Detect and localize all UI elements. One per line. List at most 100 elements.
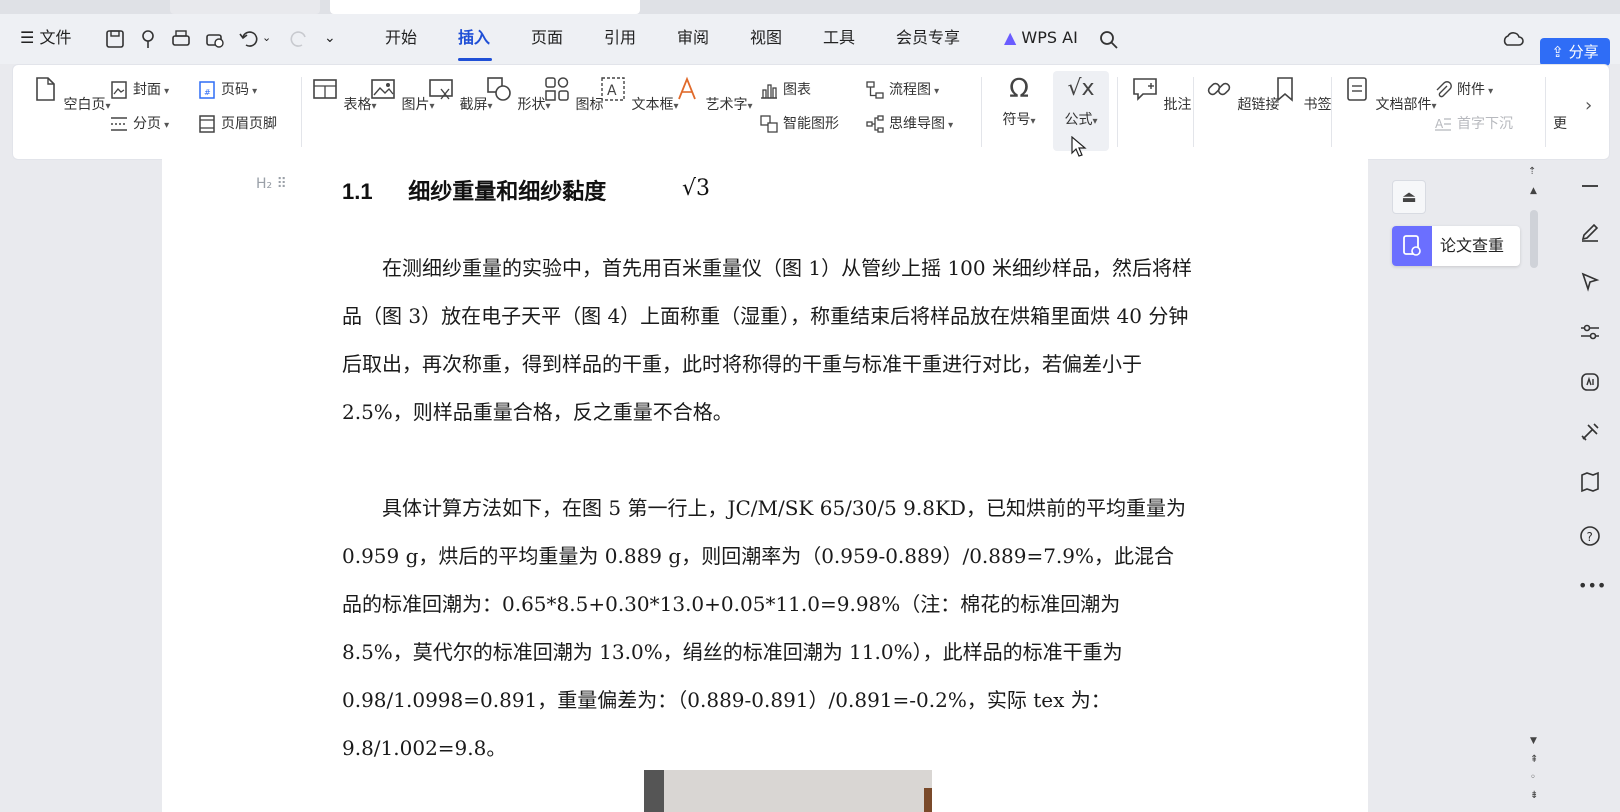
smart-graphic-button[interactable]: 智能图形 (759, 113, 839, 135)
scroll-up-arrow-icon[interactable]: ▲ (1530, 186, 1537, 196)
document-tab[interactable] (330, 0, 640, 14)
blank-page-icon (36, 77, 55, 101)
redo-icon[interactable] (288, 28, 310, 50)
table-icon (313, 79, 337, 99)
drop-cap-button[interactable]: A 首字下沉 (1433, 113, 1513, 135)
picture-label: 图片 (401, 97, 430, 113)
select-browse-object-icon[interactable]: ◦ (1530, 772, 1536, 783)
more-button[interactable]: 更 (1553, 113, 1567, 135)
svg-text:#: # (204, 88, 211, 97)
scroll-top-button[interactable]: ⇡ (1528, 166, 1536, 177)
chevron-down-icon: ▾ (249, 86, 258, 97)
mouse-cursor-icon (1071, 136, 1087, 157)
tab-home[interactable]: 开始 (385, 26, 417, 50)
section-heading: 1.1 细纱重量和细纱黏度 (342, 174, 606, 206)
more-quick-access-icon[interactable]: ⌄ (324, 26, 336, 50)
print-preview-icon[interactable] (204, 28, 226, 50)
tab-view[interactable]: 视图 (750, 26, 782, 50)
cover-button[interactable]: 封面 ▾ (109, 79, 169, 101)
share-button[interactable]: ⇪ 分享 (1540, 38, 1610, 66)
previous-page-icon[interactable]: ⇞ (1530, 754, 1538, 765)
bookmark-button[interactable]: 书签 (1271, 75, 1331, 114)
formula-label: 公式 (1064, 112, 1093, 128)
textbox-icon: A (601, 77, 625, 101)
chart-button[interactable]: 图表 (759, 79, 811, 101)
shape-button[interactable]: 形状▾ (485, 75, 550, 114)
heading-level-marker[interactable]: H₂ ⠿ (256, 176, 287, 192)
document-figure[interactable] (644, 770, 932, 812)
scroll-down-arrow-icon[interactable]: ▼ (1530, 736, 1537, 746)
page-number-button[interactable]: # 页码 ▾ (197, 79, 257, 101)
paper-check-panel[interactable]: 论文查重 (1392, 226, 1520, 266)
page-break-button[interactable]: 分页 ▾ (109, 113, 169, 135)
ribbon-scroll-right-icon[interactable]: › (1585, 95, 1592, 117)
cover-label: 封面 (133, 82, 161, 98)
wordart-label: 艺术字 (705, 97, 748, 113)
chevron-down-icon: ▾ (747, 101, 753, 112)
tools-icon[interactable] (1578, 420, 1602, 444)
adjust-settings-icon[interactable] (1578, 320, 1602, 344)
doc-parts-button[interactable]: 文档部件▾ (1343, 75, 1436, 114)
textbox-button[interactable]: A 文本框▾ (599, 75, 678, 114)
ribbon-separator (981, 77, 982, 147)
minimize-icon[interactable] (1578, 174, 1602, 198)
icon-button[interactable]: 图标 (543, 75, 603, 114)
flowchart-button[interactable]: 流程图 ▾ (865, 79, 939, 101)
hamburger-icon: ☰ (20, 28, 35, 47)
help-icon[interactable]: ? (1578, 524, 1602, 548)
paragraph-text: 具体计算方法如下，在图 5 第一行上，JC/M/SK 65/30/5 9.8KD… (342, 496, 1186, 760)
search-icon[interactable] (1098, 29, 1120, 51)
blank-page-button[interactable]: 空白页▾ (31, 75, 110, 114)
save-icon[interactable] (104, 28, 126, 50)
mindmap-button[interactable]: 思维导图 ▾ (865, 113, 953, 135)
cover-icon (111, 81, 127, 99)
tab-member[interactable]: 会员专享 (896, 26, 960, 50)
more-options-icon[interactable]: ••• (1578, 576, 1606, 600)
undo-dropdown-icon[interactable]: ⌄ (262, 26, 271, 50)
select-pointer-icon[interactable] (1578, 270, 1602, 294)
page-number-icon: # (199, 81, 215, 99)
doc-parts-label: 文档部件 (1375, 97, 1432, 113)
page-break-icon (111, 117, 127, 131)
cloud-sync-icon[interactable] (1502, 29, 1524, 51)
vertical-scrollbar-thumb[interactable] (1530, 210, 1538, 268)
ai-assistant-icon[interactable] (1578, 370, 1602, 394)
comment-button[interactable]: 批注 (1131, 75, 1191, 114)
print-icon[interactable] (170, 28, 192, 50)
header-footer-button[interactable]: 页眉页脚 (197, 113, 277, 135)
share-icon: ⇪ (1551, 43, 1564, 61)
collapse-panel-button[interactable]: ⏏ (1392, 180, 1426, 214)
export-pdf-icon[interactable] (138, 28, 160, 50)
blank-page-label: 空白页 (63, 97, 106, 113)
tab-tools[interactable]: 工具 (823, 26, 855, 50)
tab-references[interactable]: 引用 (604, 26, 636, 50)
inserted-formula[interactable]: √3 (682, 176, 710, 201)
tab-page[interactable]: 页面 (531, 26, 563, 50)
undo-icon[interactable] (238, 28, 260, 50)
svg-text:?: ? (1587, 530, 1593, 544)
chevron-down-icon: ▾ (931, 86, 940, 97)
tab-review[interactable]: 审阅 (677, 26, 709, 50)
flowchart-icon (866, 81, 884, 99)
symbol-button[interactable]: Ω 符号▾ (991, 75, 1047, 129)
formula-icon: √x (1067, 76, 1095, 101)
document-tab[interactable] (170, 0, 320, 14)
picture-button[interactable]: 图片▾ (369, 75, 434, 114)
table-button[interactable]: 表格▾ (311, 75, 376, 114)
mindmap-label: 思维导图 (889, 116, 945, 132)
chevron-down-icon: ▾ (1030, 116, 1036, 127)
hyperlink-button[interactable]: 超链接 (1205, 75, 1279, 114)
screenshot-button[interactable]: 截屏▾ (427, 75, 492, 114)
body-paragraph-1: 在测细纱重量的实验中，首先用百米重量仪（图 1）从管纱上摇 100 米细纱样品，… (342, 244, 1192, 436)
map-book-icon[interactable] (1578, 470, 1602, 494)
file-menu[interactable]: ☰ 文件 (20, 26, 71, 50)
wps-ai-button[interactable]: ▲ WPS AI (1004, 26, 1078, 50)
next-page-icon[interactable]: ⇟ (1530, 790, 1538, 801)
ribbon-separator (1193, 77, 1194, 147)
wordart-button[interactable]: 艺术字▾ (673, 75, 752, 114)
tab-insert[interactable]: 插入 (458, 26, 490, 50)
pen-icon[interactable] (1578, 220, 1602, 244)
omega-icon: Ω (1009, 74, 1029, 104)
attachment-button[interactable]: 附件 ▾ (1433, 79, 1493, 101)
header-footer-icon (199, 115, 215, 133)
